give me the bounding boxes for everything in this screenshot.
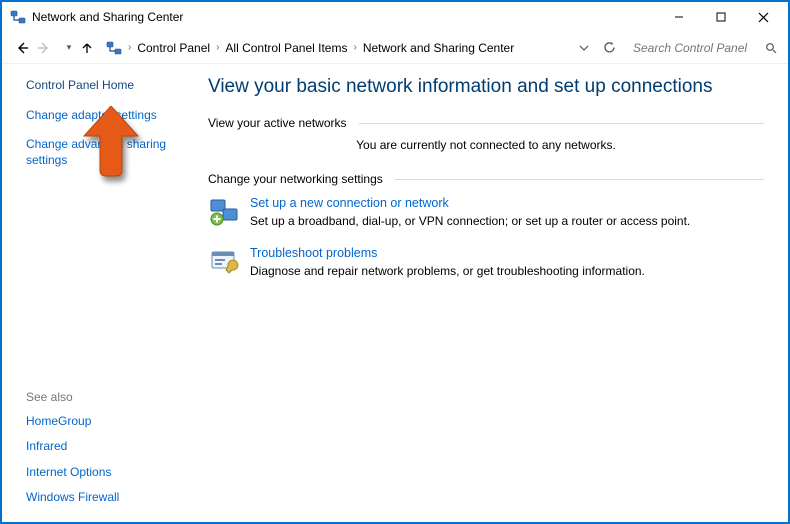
see-also-infrared[interactable]: Infrared (26, 439, 176, 455)
active-networks-label: View your active networks (208, 116, 347, 130)
action-desc: Set up a broadband, dial-up, or VPN conn… (250, 214, 690, 228)
maximize-button[interactable] (700, 3, 742, 31)
breadcrumb-item[interactable]: Network and Sharing Center (363, 41, 514, 55)
address-dropdown-button[interactable] (573, 43, 595, 53)
main-panel: View your basic network information and … (192, 64, 788, 522)
action-desc: Diagnose and repair network problems, or… (250, 264, 645, 278)
chevron-right-icon: › (128, 42, 131, 53)
action-new-connection[interactable]: Set up a new connection or network Set u… (208, 196, 764, 228)
chevron-right-icon: › (216, 42, 219, 53)
recent-locations-button[interactable]: ▾ (58, 42, 80, 53)
new-connection-icon (208, 196, 240, 228)
see-also-windows-firewall[interactable]: Windows Firewall (26, 490, 176, 506)
search-icon[interactable] (765, 42, 777, 54)
annotation-arrow-icon (80, 106, 142, 178)
network-sharing-icon (106, 40, 122, 56)
back-button[interactable] (14, 40, 36, 56)
action-link[interactable]: Set up a new connection or network (250, 196, 690, 210)
chevron-right-icon: › (353, 42, 356, 53)
action-troubleshoot[interactable]: Troubleshoot problems Diagnose and repai… (208, 246, 764, 278)
forward-button[interactable] (36, 40, 58, 56)
up-button[interactable] (80, 41, 102, 55)
search-input[interactable] (631, 40, 761, 56)
network-sharing-icon (10, 9, 26, 25)
nav-bar: ▾ › Control Panel › All Control Panel It… (2, 32, 788, 64)
refresh-button[interactable] (595, 41, 624, 54)
troubleshoot-icon (208, 246, 240, 278)
change-settings-label: Change your networking settings (208, 172, 383, 186)
close-button[interactable] (742, 3, 784, 31)
address-bar[interactable]: › Control Panel › All Control Panel Item… (102, 40, 514, 56)
page-title: View your basic network information and … (208, 76, 764, 98)
see-also-internet-options[interactable]: Internet Options (26, 465, 176, 481)
title-bar: Network and Sharing Center (2, 2, 788, 32)
control-panel-home-link[interactable]: Control Panel Home (26, 78, 176, 94)
action-link[interactable]: Troubleshoot problems (250, 246, 645, 260)
minimize-button[interactable] (658, 3, 700, 31)
window-title: Network and Sharing Center (32, 10, 183, 24)
divider (395, 179, 764, 180)
breadcrumb-item[interactable]: Control Panel (137, 41, 210, 55)
search-box[interactable] (624, 37, 784, 59)
see-also-homegroup[interactable]: HomeGroup (26, 414, 176, 430)
active-networks-status: You are currently not connected to any n… (208, 138, 764, 152)
see-also-heading: See also (26, 390, 176, 404)
divider (359, 123, 764, 124)
breadcrumb-item[interactable]: All Control Panel Items (225, 41, 347, 55)
